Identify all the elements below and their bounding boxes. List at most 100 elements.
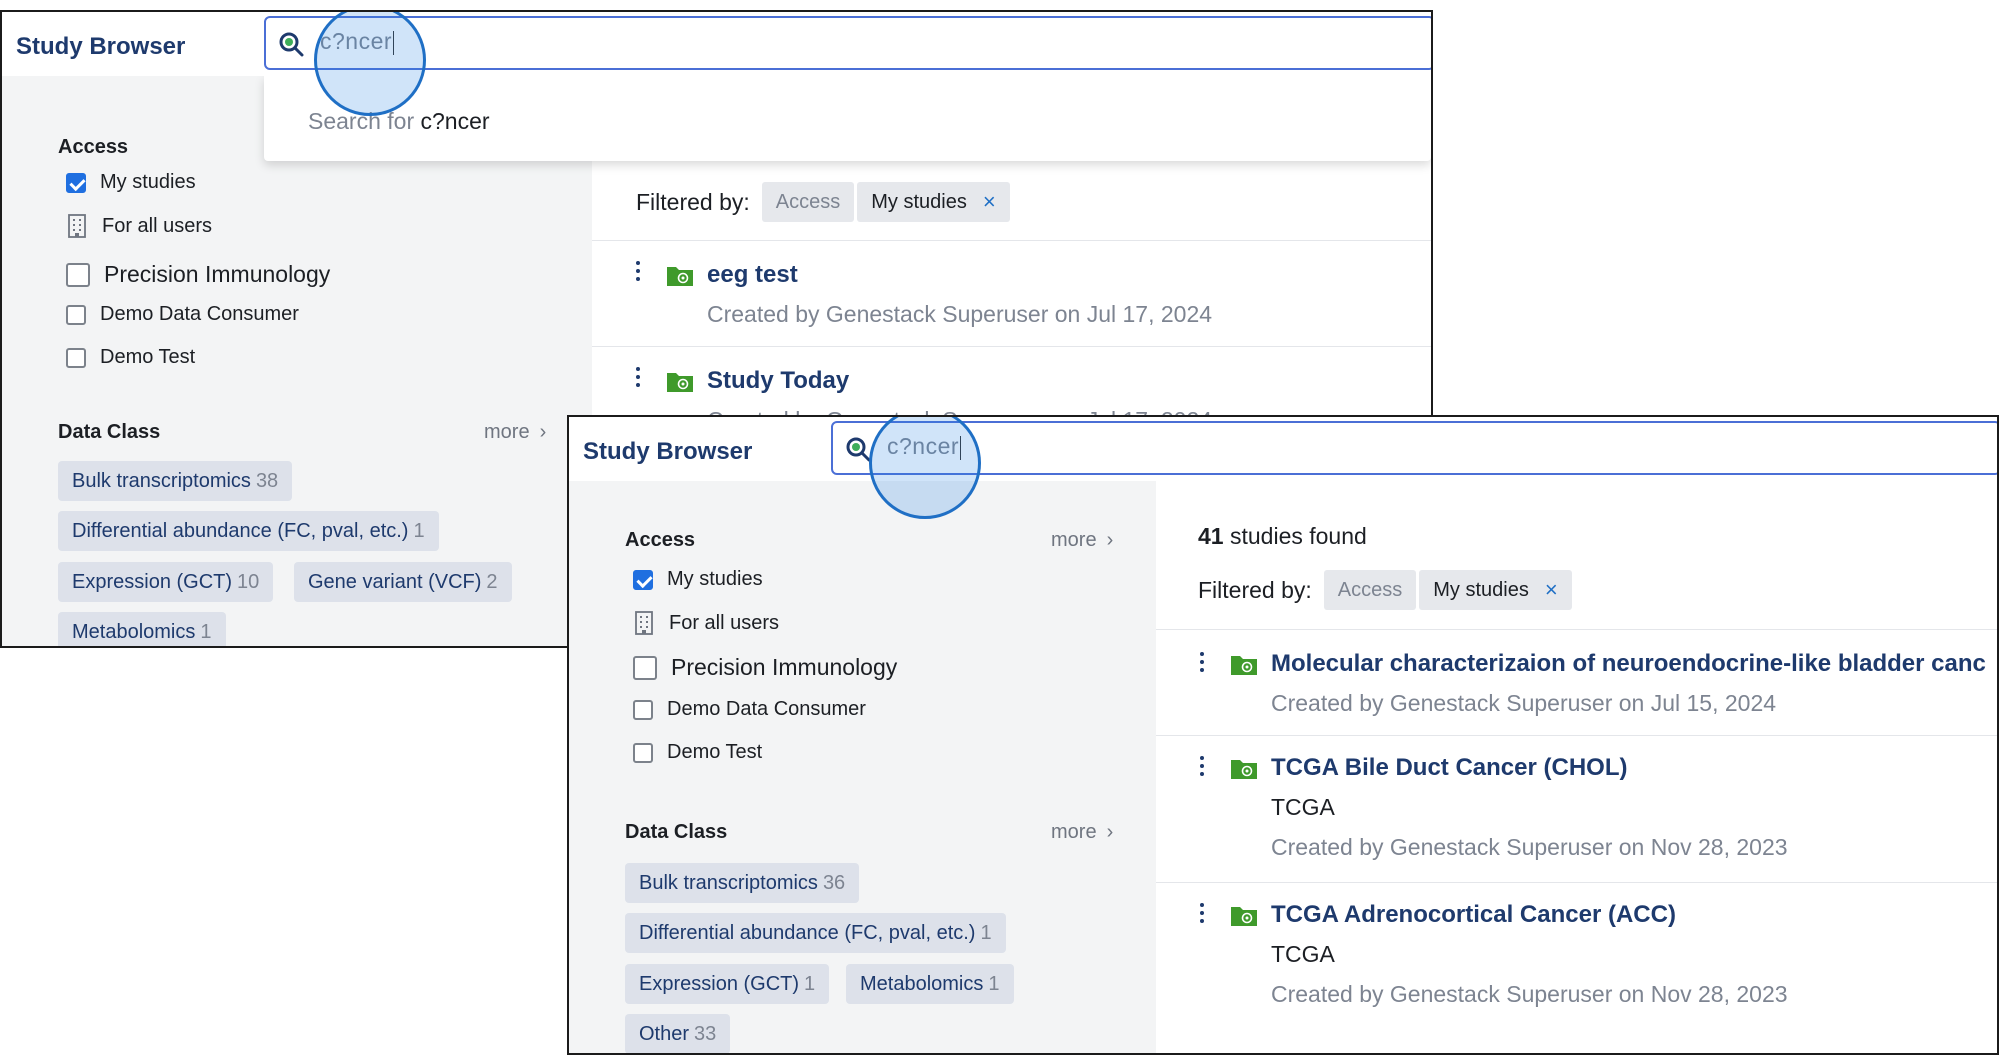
data-class-tag[interactable]: Bulk transcriptomics 38 <box>58 461 293 501</box>
checkbox[interactable] <box>633 569 653 590</box>
active-filters: Filtered by: Access My studies × <box>1198 570 1572 610</box>
option-label: For all users <box>102 214 213 237</box>
access-option-my-studies[interactable]: My studies <box>633 568 763 591</box>
study-title[interactable]: Molecular characterizaion of neuroendocr… <box>1271 650 1986 678</box>
access-option-for-all-users[interactable]: For all users <box>66 214 212 238</box>
access-option-demo-test[interactable]: Demo Test <box>66 346 195 369</box>
chevron-right-icon: › <box>539 421 547 443</box>
tag-count: 1 <box>988 973 1000 995</box>
tag-label: Metabolomics <box>72 621 196 643</box>
tag-label: Expression (GCT) <box>72 571 233 593</box>
tag-label: Differential abundance (FC, pval, etc.) <box>639 922 976 944</box>
data-class-tag[interactable]: Metabolomics 1 <box>58 612 226 646</box>
access-option-demo-data-consumer[interactable]: Demo Data Consumer <box>66 303 299 326</box>
filtered-by-label: Filtered by: <box>1198 576 1312 603</box>
results-count-label: studies found <box>1229 523 1367 549</box>
close-icon[interactable]: × <box>1545 570 1558 610</box>
tag-label: Differential abundance (FC, pval, etc.) <box>72 520 409 542</box>
data-class-tag[interactable]: Expression (GCT) 1 <box>625 964 830 1004</box>
access-option-demo-test[interactable]: Demo Test <box>633 741 762 764</box>
search-icon <box>846 437 871 462</box>
checkbox[interactable] <box>66 347 86 368</box>
tag-count: 10 <box>237 571 260 593</box>
access-section-title: Access <box>58 136 129 158</box>
kebab-menu-icon[interactable] <box>636 261 640 285</box>
study-title[interactable]: eeg test <box>707 261 798 289</box>
header: Study Browser c?ncer <box>569 417 1997 481</box>
access-section-title: Access <box>625 529 696 551</box>
checkbox[interactable] <box>633 699 653 720</box>
data-class-section-title: Data Class <box>625 821 728 843</box>
study-folder-icon <box>1231 907 1257 926</box>
tag-label: Bulk transcriptomics <box>72 470 251 492</box>
data-class-tag[interactable]: Other 33 <box>625 1014 731 1053</box>
data-class-tag[interactable]: Differential abundance (FC, pval, etc.) 1 <box>58 511 439 551</box>
header: Study Browser c?ncer <box>2 12 1431 76</box>
study-folder-icon <box>1231 656 1257 675</box>
kebab-menu-icon[interactable] <box>1200 652 1204 676</box>
option-label: My studies <box>100 171 196 193</box>
study-folder-icon <box>667 267 693 286</box>
access-option-demo-data-consumer[interactable]: Demo Data Consumer <box>633 698 866 721</box>
option-label: Demo Data Consumer <box>667 698 866 720</box>
option-label: Demo Test <box>100 346 196 368</box>
results-area: 41 studies found Filtered by: Access My … <box>1156 481 1997 1053</box>
tag-count: 1 <box>200 621 212 643</box>
option-label: Precision Immunology <box>671 654 898 680</box>
study-row[interactable]: TCGA Adrenocortical Cancer (ACC) TCGA Cr… <box>1156 882 1997 1030</box>
study-title[interactable]: TCGA Adrenocortical Cancer (ACC) <box>1271 901 1676 929</box>
checkbox[interactable] <box>66 172 86 193</box>
option-label: Demo Test <box>667 741 763 763</box>
study-meta: Created by Genestack Superuser on Nov 28… <box>1271 834 1788 860</box>
filter-chip[interactable]: My studies × <box>857 182 1010 222</box>
study-row[interactable]: TCGA Bile Duct Cancer (CHOL) TCGA Create… <box>1156 735 1997 883</box>
search-box[interactable]: c?ncer <box>831 421 1997 475</box>
chevron-right-icon: › <box>1106 529 1114 551</box>
more-label: more <box>484 421 530 443</box>
data-class-tag[interactable]: Gene variant (VCF) 2 <box>294 562 512 602</box>
filter-chip-key: Access <box>1323 570 1417 610</box>
study-folder-icon <box>1231 760 1257 779</box>
kebab-menu-icon[interactable] <box>1200 903 1204 927</box>
checkbox[interactable] <box>633 742 653 763</box>
study-row[interactable]: eeg test Created by Genestack Superuser … <box>592 240 1431 347</box>
study-row[interactable]: Molecular characterizaion of neuroendocr… <box>1156 629 1997 736</box>
study-meta: Created by Genestack Superuser on Jul 17… <box>707 301 1213 327</box>
data-class-more-link[interactable]: more › <box>1051 821 1113 844</box>
tag-count: 1 <box>413 520 425 542</box>
checkbox[interactable] <box>633 655 657 680</box>
tag-label: Metabolomics <box>860 973 984 995</box>
checkbox[interactable] <box>66 262 90 287</box>
search-suggestion[interactable]: Search for c?ncer <box>308 108 490 135</box>
access-more-link[interactable]: more › <box>1051 529 1113 552</box>
option-label: My studies <box>667 568 763 590</box>
tag-count: 1 <box>804 973 816 995</box>
data-class-more-link[interactable]: more › <box>484 421 546 444</box>
access-option-my-studies[interactable]: My studies <box>66 171 196 194</box>
kebab-menu-icon[interactable] <box>636 367 640 391</box>
tag-label: Expression (GCT) <box>639 973 800 995</box>
access-option-precision-immunology[interactable]: Precision Immunology <box>66 261 330 288</box>
more-label: more <box>1051 529 1097 551</box>
results-count: 41 studies found <box>1198 523 1367 550</box>
data-class-tag[interactable]: Bulk transcriptomics 36 <box>625 863 860 903</box>
search-icon <box>279 32 304 57</box>
filter-sidebar: Access My studies For all users Precisio… <box>2 76 592 646</box>
checkbox[interactable] <box>66 304 86 325</box>
data-class-tag[interactable]: Metabolomics 1 <box>846 964 1014 1004</box>
data-class-tag[interactable]: Differential abundance (FC, pval, etc.) 1 <box>625 913 1006 953</box>
access-option-precision-immunology[interactable]: Precision Immunology <box>633 654 897 681</box>
data-class-tag[interactable]: Expression (GCT) 10 <box>58 562 274 602</box>
study-source: TCGA <box>1271 794 1335 820</box>
study-title[interactable]: Study Today <box>707 367 849 395</box>
access-option-for-all-users[interactable]: For all users <box>633 611 779 635</box>
building-icon <box>68 214 86 238</box>
study-title[interactable]: TCGA Bile Duct Cancer (CHOL) <box>1271 754 1627 782</box>
kebab-menu-icon[interactable] <box>1200 756 1204 780</box>
filter-chip[interactable]: My studies × <box>1419 570 1572 610</box>
option-label: Demo Data Consumer <box>100 303 299 325</box>
search-box[interactable]: c?ncer <box>264 16 1431 70</box>
tag-count: 36 <box>822 872 846 894</box>
filter-sidebar: Access more › My studies For all users Pr… <box>569 481 1156 1053</box>
close-icon[interactable]: × <box>983 182 996 222</box>
